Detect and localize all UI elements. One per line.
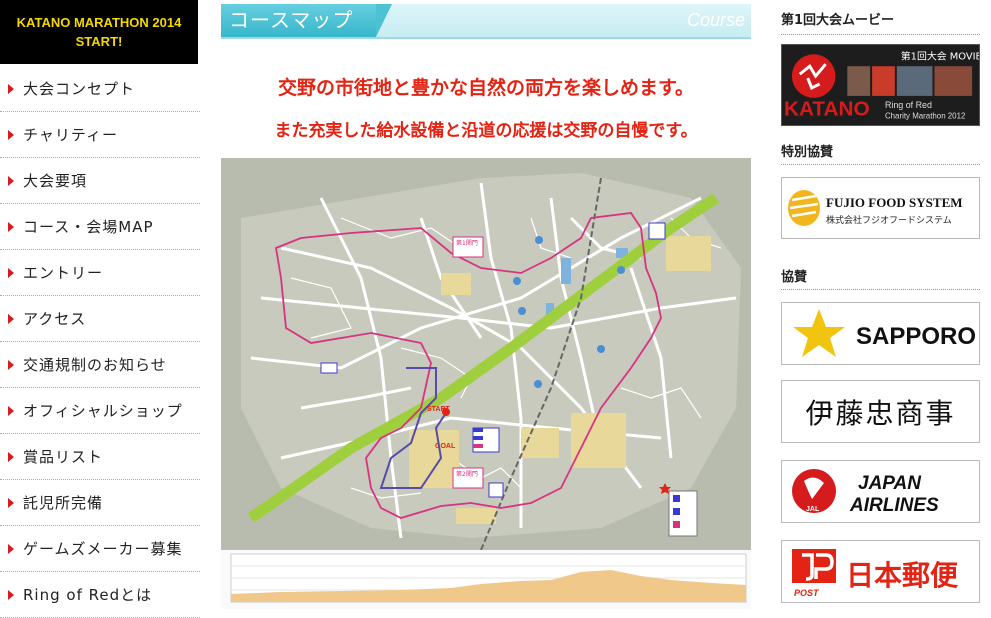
left-nav: KATANO MARATHON 2014 START! 大会コンセプト チャリテ… xyxy=(0,0,200,618)
checkpoint2-label: 第2関門 xyxy=(456,470,478,478)
nav-item-childcare[interactable]: 託児所完備 xyxy=(0,480,200,526)
tagline-primary: 交野の市街地と豊かな自然の両方を楽しめます。 xyxy=(277,77,695,99)
triangle-right-icon xyxy=(8,221,14,232)
nav-item-shop[interactable]: オフィシャルショップ xyxy=(0,388,200,434)
movie-sub1: Ring of Red xyxy=(885,100,932,110)
jal-top: JAPAN xyxy=(858,473,922,494)
marathon-banner[interactable]: KATANO MARATHON 2014 START! xyxy=(0,0,198,64)
nav-item-charity[interactable]: チャリティー xyxy=(0,112,200,158)
nav-item-traffic[interactable]: 交通規制のお知らせ xyxy=(0,342,200,388)
nav-item-label: 賞品リスト xyxy=(23,448,104,466)
movie-heading: 第1回大会ムービー xyxy=(781,13,895,28)
nav-item-label: Ring of Redとは xyxy=(23,586,153,604)
jp-post-small: POST xyxy=(794,588,820,598)
nav-menu: 大会コンセプト チャリティー 大会要項 コース・会場MAP エントリー アクセス… xyxy=(0,66,200,618)
runner-circle-logo xyxy=(791,54,836,98)
movie-brand: KATANO xyxy=(784,98,870,121)
course-map[interactable]: START GOAL 第1関門 第2関門 xyxy=(221,158,751,550)
divider xyxy=(781,164,980,165)
page-title: コースマップ xyxy=(221,4,392,37)
nav-item-ring-of-red[interactable]: Ring of Redとは xyxy=(0,572,200,618)
nav-item-label: ゲームズメーカー募集 xyxy=(23,540,183,558)
triangle-right-icon xyxy=(8,313,14,324)
star-icon xyxy=(793,309,845,357)
nav-item-course-map[interactable]: コース・会場MAP xyxy=(0,204,200,250)
movie-sub2: Charity Marathon 2012 xyxy=(885,112,965,121)
nav-item-label: 大会要項 xyxy=(23,172,88,190)
triangle-right-icon xyxy=(8,359,14,370)
main-content: コースマップ Course 交野の市街地と豊かな自然の両方を楽しめます。 また充… xyxy=(221,0,751,609)
nav-item-entry[interactable]: エントリー xyxy=(0,250,200,296)
triangle-right-icon xyxy=(8,129,14,140)
triangle-right-icon xyxy=(8,405,14,416)
triangle-right-icon xyxy=(8,83,14,94)
nav-item-label: 大会コンセプト xyxy=(23,80,136,98)
banner-line2: START! xyxy=(75,34,123,49)
checkpoint-2: 第2関門 xyxy=(452,467,484,489)
triangle-right-icon xyxy=(8,451,14,462)
fujio-name-ja: 株式会社フジオフードシステム xyxy=(826,214,952,226)
banner-line1: KATANO MARATHON 2014 xyxy=(16,15,182,30)
tagline-secondary: また充実した給水設備と沿道の応援は交野の自慢です。 xyxy=(274,121,698,141)
nav-item-label: オフィシャルショップ xyxy=(23,402,183,420)
nav-item-prizes[interactable]: 賞品リスト xyxy=(0,434,200,480)
jp-post-name: 日本郵便 xyxy=(846,559,959,592)
nav-item-access[interactable]: アクセス xyxy=(0,296,200,342)
sponsor-japan-post[interactable]: POST 日本郵便 xyxy=(781,540,980,603)
triangle-right-icon xyxy=(8,497,14,508)
triangle-right-icon xyxy=(8,543,14,554)
sponsor-heading: 協賛 xyxy=(781,270,808,285)
checkpoint1-label: 第1関門 xyxy=(456,239,478,247)
fujio-name: FUJIO FOOD SYSTEM xyxy=(826,195,963,210)
nav-item-label: コース・会場MAP xyxy=(23,218,154,236)
itochu-name: 伊藤忠商事 xyxy=(805,396,956,430)
nav-item-guidelines[interactable]: 大会要項 xyxy=(0,158,200,204)
checkpoint-1: 第1関門 xyxy=(452,236,484,258)
triangle-right-icon xyxy=(8,267,14,278)
triangle-right-icon xyxy=(8,175,14,186)
movie-caption: 第1回大会 MOVIE xyxy=(901,49,979,62)
special-sponsor-heading: 特別協賛 xyxy=(781,145,834,160)
jal-small: JAL xyxy=(806,506,820,513)
sapporo-name: SAPPORO xyxy=(856,323,976,350)
start-label: START xyxy=(427,406,451,413)
nav-item-concept[interactable]: 大会コンセプト xyxy=(0,66,200,112)
section-header: コースマップ Course xyxy=(221,4,751,39)
nav-item-games-maker[interactable]: ゲームズメーカー募集 xyxy=(0,526,200,572)
page-title-english: Course xyxy=(686,10,745,30)
nav-item-label: アクセス xyxy=(23,310,87,328)
movie-banner[interactable]: 第1回大会 MOVIE KATANO Ring of Red Charity M… xyxy=(781,44,980,126)
nav-item-label: 交通規制のお知らせ xyxy=(23,356,167,374)
jal-bottom: AIRLINES xyxy=(849,495,939,516)
sponsor-itochu[interactable]: 伊藤忠商事 xyxy=(781,380,980,443)
sponsor-sapporo[interactable]: SAPPORO xyxy=(781,302,980,365)
nav-item-label: エントリー xyxy=(23,264,104,282)
nav-item-label: チャリティー xyxy=(23,126,118,144)
divider xyxy=(781,289,980,290)
elevation-profile xyxy=(221,550,751,609)
goal-label: GOAL xyxy=(435,443,456,450)
movie-thumbnails xyxy=(847,66,973,96)
sponsor-jal[interactable]: JAL JAPAN AIRLINES xyxy=(781,460,980,523)
nav-item-label: 託児所完備 xyxy=(23,494,104,512)
triangle-right-icon xyxy=(8,589,14,600)
sponsor-fujio-food[interactable]: FUJIO FOOD SYSTEM 株式会社フジオフードシステム xyxy=(781,177,980,239)
divider xyxy=(781,34,980,35)
